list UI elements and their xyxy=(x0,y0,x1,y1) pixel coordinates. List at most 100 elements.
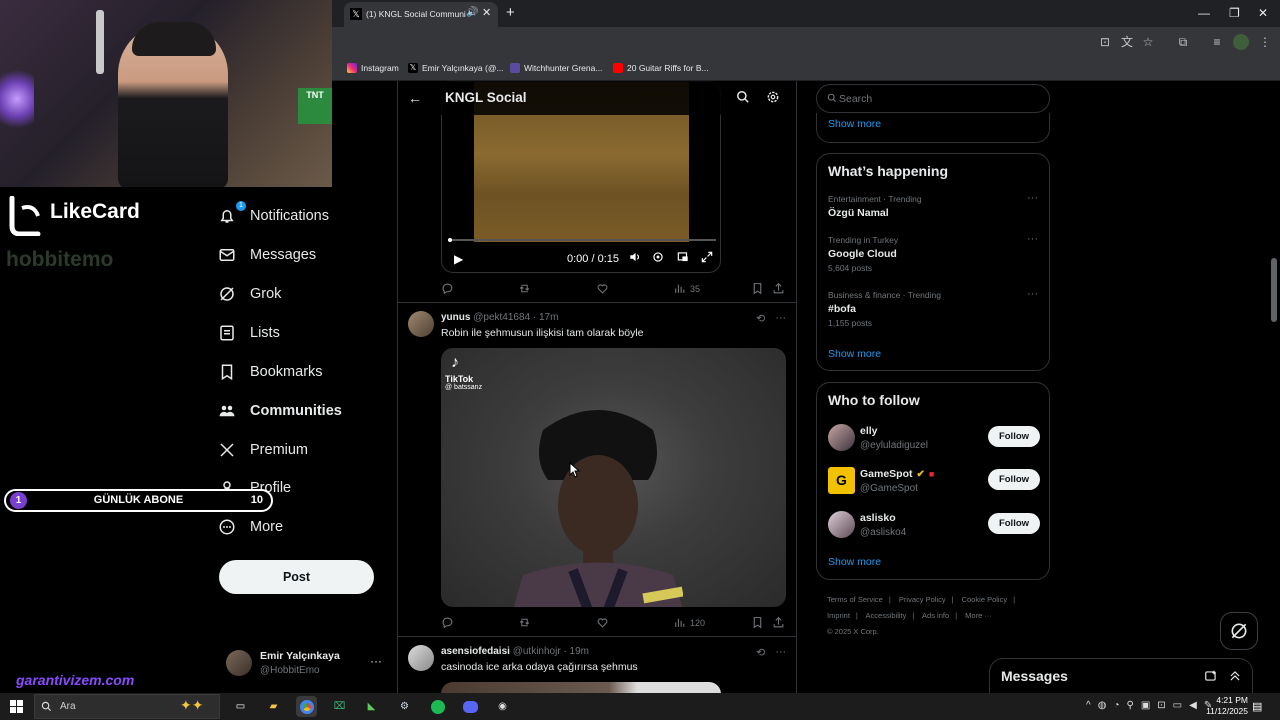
more-icon[interactable]: ··· xyxy=(775,646,786,659)
window-close-icon[interactable]: ✕ xyxy=(1258,6,1268,20)
show-more-link[interactable]: Show more xyxy=(828,348,881,360)
media-control-icon[interactable]: ≡ xyxy=(1209,34,1225,50)
trend-more-icon[interactable]: ··· xyxy=(1027,192,1038,204)
nav-messages[interactable]: Messages xyxy=(218,243,316,267)
tweet-media[interactable] xyxy=(441,682,721,693)
views-button[interactable]: 35 xyxy=(673,282,700,295)
tweet-time[interactable]: · 19m xyxy=(563,646,589,657)
trend-item[interactable]: Entertainment · Trending Özgü Namal ··· xyxy=(828,192,1038,219)
post-button[interactable]: Post xyxy=(219,560,374,594)
bookmark-guitar-riffs[interactable]: 20 Guitar Riffs for B... xyxy=(613,61,709,75)
speaker-icon[interactable]: ◀ xyxy=(1189,700,1197,711)
bookmark-instagram[interactable]: Instagram xyxy=(347,61,399,75)
like-button[interactable] xyxy=(596,282,609,295)
notification-center-icon[interactable]: ▤ xyxy=(1252,700,1262,713)
chrome-icon[interactable] xyxy=(296,696,317,717)
minimize-icon[interactable]: — xyxy=(1198,6,1210,20)
video-settings-icon[interactable] xyxy=(651,250,665,264)
excel-like-icon[interactable]: ⌧ xyxy=(329,696,350,717)
share-button[interactable] xyxy=(772,616,785,629)
nav-communities[interactable]: Communities xyxy=(218,399,342,423)
windows-start-icon[interactable] xyxy=(10,700,23,713)
follow-button[interactable]: Follow xyxy=(988,469,1040,490)
repost-button[interactable] xyxy=(518,282,531,295)
trend-item[interactable]: Trending in Turkey Google Cloud 5,604 po… xyxy=(828,233,1038,273)
browser-tab-active[interactable]: 𝕏 (1) KNGL Social Community 🔊 ✕ xyxy=(344,2,498,27)
tab-audio-icon[interactable]: 🔊 xyxy=(466,7,478,18)
views-button[interactable]: 120 xyxy=(673,616,705,629)
nav-grok[interactable]: Grok xyxy=(218,282,281,306)
bookmark-star-icon[interactable]: ☆ xyxy=(1140,34,1156,50)
spotify-icon[interactable] xyxy=(427,696,448,717)
bookmark-button[interactable] xyxy=(751,616,764,629)
tab-close-icon[interactable]: ✕ xyxy=(482,6,491,19)
trend-more-icon[interactable]: ··· xyxy=(1027,288,1038,300)
repost-button[interactable] xyxy=(518,616,531,629)
gear-icon[interactable] xyxy=(766,90,780,104)
back-arrow-icon[interactable]: ← xyxy=(408,90,422,106)
show-more-link[interactable]: Show more xyxy=(828,556,881,568)
avatar[interactable] xyxy=(408,645,434,671)
nav-notifications[interactable]: 1 Notifications xyxy=(218,201,329,228)
messages-drawer[interactable]: Messages xyxy=(989,658,1253,694)
task-view-icon[interactable]: ▭ xyxy=(230,696,251,717)
nav-more[interactable]: More xyxy=(218,515,283,539)
grok-explain-icon[interactable]: ⟲ xyxy=(756,646,765,659)
reply-button[interactable] xyxy=(441,616,454,629)
fullscreen-icon[interactable] xyxy=(700,250,714,264)
video-progress-handle[interactable] xyxy=(448,238,452,242)
reply-button[interactable] xyxy=(441,282,454,295)
follow-suggestion[interactable]: aslisko @aslisko4 Follow xyxy=(828,511,1040,541)
search-icon[interactable] xyxy=(736,90,750,104)
more-icon[interactable]: ··· xyxy=(775,312,786,325)
chrome-menu-icon[interactable]: ⋮ xyxy=(1257,34,1273,50)
trend-more-icon[interactable]: ··· xyxy=(1027,233,1038,245)
bookmark-witchhunter[interactable]: Witchhunter Grena... xyxy=(510,61,602,75)
translate-icon[interactable]: 文 xyxy=(1119,34,1135,50)
extensions-icon[interactable]: ⧉ xyxy=(1175,34,1191,50)
tray-app-icon[interactable]: ▣ xyxy=(1141,700,1150,711)
author-handle[interactable]: @pekt41684 xyxy=(473,312,530,323)
tweet-time[interactable]: · 17m xyxy=(533,312,559,323)
search-input[interactable]: Search xyxy=(816,84,1050,113)
tray-app-icon[interactable]: ⊡ xyxy=(1157,700,1165,711)
play-icon[interactable]: ▶ xyxy=(454,252,463,266)
steam-icon[interactable]: ⚙ xyxy=(394,696,415,717)
trend-item[interactable]: Business & finance · Trending #bofa 1,15… xyxy=(828,288,1038,328)
video-progress-bar[interactable] xyxy=(448,238,716,242)
profile-avatar-icon[interactable] xyxy=(1233,34,1249,50)
network-icon[interactable]: ▭ xyxy=(1173,700,1182,711)
like-button[interactable] xyxy=(596,616,609,629)
follow-button[interactable]: Follow xyxy=(988,426,1040,447)
microphone-icon[interactable]: ⚲ xyxy=(1126,700,1133,711)
grok-explain-icon[interactable]: ⟲ xyxy=(756,312,765,325)
volume-icon[interactable] xyxy=(628,250,642,264)
account-more-icon[interactable]: ··· xyxy=(370,654,382,668)
nav-lists[interactable]: Lists xyxy=(218,321,280,345)
share-button[interactable] xyxy=(772,282,785,295)
taskbar-clock[interactable]: 4:21 PM 11/12/2025 xyxy=(1198,695,1248,717)
bookmark-button[interactable] xyxy=(751,282,764,295)
new-tab-icon[interactable]: + xyxy=(506,4,515,21)
nav-bookmarks[interactable]: Bookmarks xyxy=(218,360,323,384)
obs-icon[interactable]: ◉ xyxy=(492,696,513,717)
compose-message-icon[interactable] xyxy=(1204,669,1218,683)
grok-button[interactable] xyxy=(1220,612,1258,650)
author-handle[interactable]: @utkinhojr xyxy=(513,646,561,657)
page-scrollbar-thumb[interactable] xyxy=(1271,258,1277,322)
show-more-link[interactable]: Show more xyxy=(828,118,881,130)
discord-icon[interactable] xyxy=(460,696,481,717)
nav-premium[interactable]: Premium xyxy=(218,438,308,462)
avatar[interactable] xyxy=(408,311,434,337)
author-name[interactable]: asensiofedaisi xyxy=(441,646,510,657)
tiktok-video[interactable]: ♪ TikTok @ batssanz xyxy=(441,348,786,607)
account-switcher[interactable]: Emir Yalçınkaya @HobbitEmo ··· xyxy=(226,646,386,682)
picture-in-picture-icon[interactable] xyxy=(676,250,690,264)
restore-icon[interactable]: ❐ xyxy=(1229,6,1240,20)
app-icon[interactable]: ◣ xyxy=(361,696,382,717)
tray-app-icon[interactable]: ◔ xyxy=(1113,700,1119,711)
install-app-icon[interactable]: ⊡ xyxy=(1097,34,1113,50)
tray-app-icon[interactable]: ◍ xyxy=(1098,700,1107,711)
bookmark-emir[interactable]: 𝕏 Emir Yalçınkaya (@... xyxy=(408,61,504,75)
follow-suggestion[interactable]: elly @eyluladiguzel Follow xyxy=(828,424,1040,454)
